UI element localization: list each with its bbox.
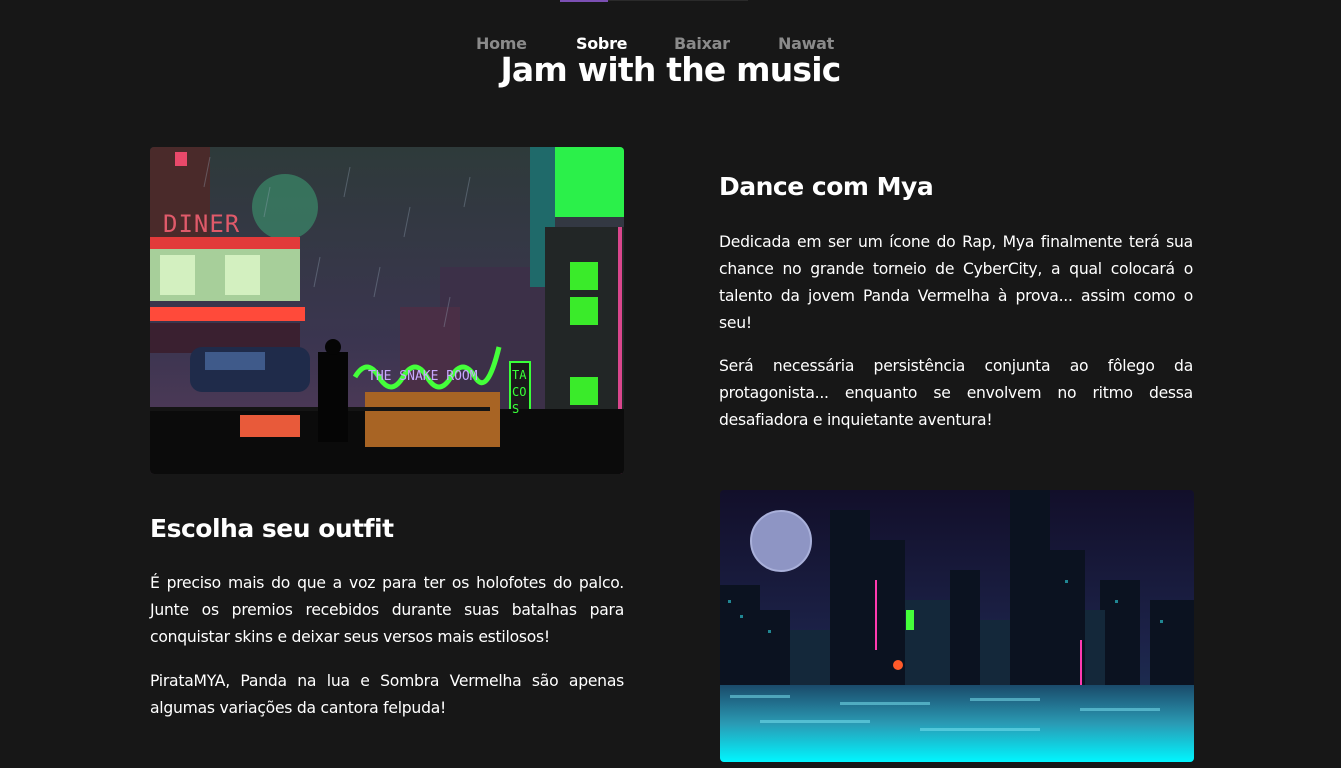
outfit-paragraph-1: É preciso mais do que a voz para ter os … bbox=[150, 574, 624, 646]
dance-paragraph-2: Será necessária persistência conjunta ao… bbox=[719, 357, 1193, 429]
diner-sign: DINER bbox=[163, 210, 241, 238]
active-tab-indicator bbox=[560, 0, 608, 2]
cyber-city-artwork bbox=[720, 490, 1194, 762]
nav-top-line bbox=[608, 0, 748, 1]
city-street-artwork: DINER THE SNAKE ROOM TACOS bbox=[150, 147, 624, 474]
page-title: Jam with the music bbox=[500, 50, 841, 89]
dance-paragraph-1: Dedicada em ser um ícone do Rap, Mya fin… bbox=[719, 233, 1193, 332]
outfit-paragraph-2: PirataMYA, Panda na lua e Sombra Vermelh… bbox=[150, 672, 624, 717]
outfit-section-heading: Escolha seu outfit bbox=[150, 514, 394, 543]
snake-room-sign: THE SNAKE ROOM bbox=[368, 369, 478, 384]
tacos-sign: TACOS bbox=[512, 368, 527, 416]
dance-section-heading: Dance com Mya bbox=[719, 172, 934, 201]
